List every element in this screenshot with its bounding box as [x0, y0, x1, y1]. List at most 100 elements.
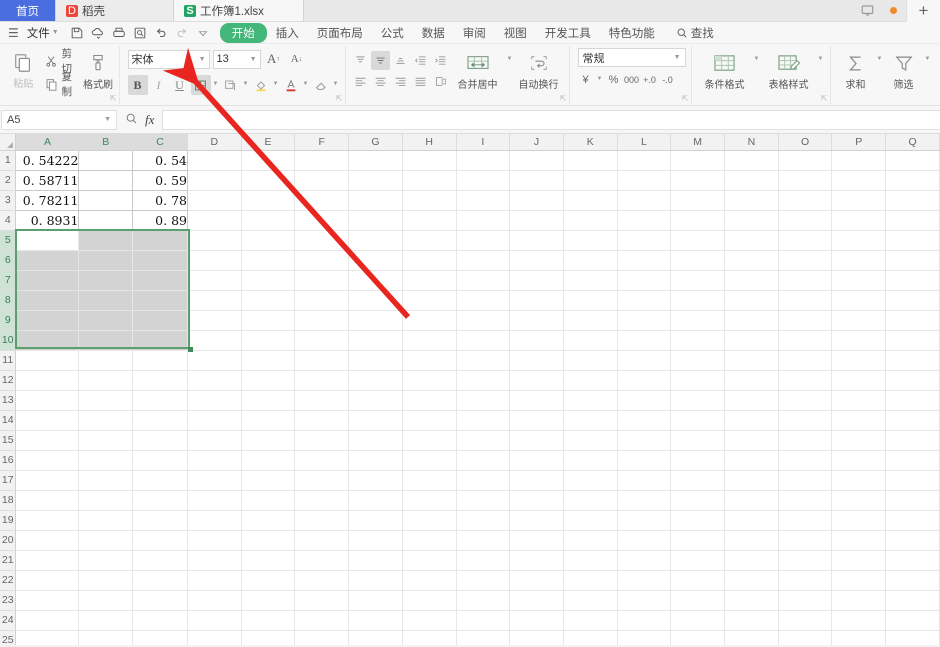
cell-N4[interactable] [724, 210, 779, 231]
column-header-p[interactable]: P [831, 134, 887, 151]
column-header-a[interactable]: A [15, 134, 80, 151]
cell-C23[interactable] [132, 590, 188, 611]
cell-E7[interactable] [241, 270, 296, 291]
cell-G11[interactable] [348, 350, 403, 371]
cell-I25[interactable] [456, 630, 511, 645]
cell-K5[interactable] [563, 230, 618, 251]
cell-M4[interactable] [670, 210, 726, 231]
align-right-button[interactable] [391, 72, 410, 91]
cell-M22[interactable] [670, 570, 726, 591]
cell-P6[interactable] [831, 250, 887, 271]
cell-G2[interactable] [348, 170, 403, 191]
cell-N6[interactable] [724, 250, 779, 271]
cell-L21[interactable] [617, 550, 672, 571]
cell-N25[interactable] [724, 630, 779, 645]
cell-K2[interactable] [563, 170, 618, 191]
font-dialog-launcher[interactable]: ⇱ [336, 94, 343, 103]
cell-J1[interactable] [509, 150, 564, 171]
cell-L2[interactable] [617, 170, 672, 191]
cell-O5[interactable] [778, 230, 833, 251]
tab-docer[interactable]: D 稻壳 [56, 0, 174, 21]
cell-G18[interactable] [348, 490, 403, 511]
cell-C6[interactable] [132, 250, 188, 271]
cell-Q11[interactable] [885, 350, 940, 371]
cell-N21[interactable] [724, 550, 779, 571]
cell-Q8[interactable] [885, 290, 940, 311]
row-header-12[interactable]: 12 [0, 370, 17, 391]
cell-J3[interactable] [509, 190, 564, 211]
clear-format-button[interactable] [311, 75, 331, 95]
cell-N1[interactable] [724, 150, 779, 171]
cell-K1[interactable] [563, 150, 618, 171]
select-all-button[interactable] [0, 134, 17, 151]
cell-L3[interactable] [617, 190, 672, 211]
currency-button[interactable]: ¥ [578, 71, 594, 89]
cell-B21[interactable] [78, 550, 134, 571]
cell-N13[interactable] [724, 390, 779, 411]
cell-P24[interactable] [831, 610, 887, 631]
column-header-c[interactable]: C [132, 134, 188, 151]
cell-Q13[interactable] [885, 390, 940, 411]
cell-I15[interactable] [456, 430, 511, 451]
cell-D10[interactable] [187, 330, 242, 351]
cell-M17[interactable] [670, 470, 726, 491]
cell-E5[interactable] [241, 230, 296, 251]
cell-Q6[interactable] [885, 250, 940, 271]
font-family-combobox[interactable]: 宋体 ▼ [127, 49, 210, 69]
cell-B5[interactable] [78, 230, 134, 251]
cell-P22[interactable] [831, 570, 887, 591]
cell-L11[interactable] [617, 350, 672, 371]
cell-K7[interactable] [563, 270, 618, 291]
cell-P9[interactable] [831, 310, 887, 331]
row-header-9[interactable]: 9 [0, 310, 17, 331]
currency-dropdown-arrow[interactable]: ▼ [596, 76, 604, 84]
print-icon[interactable] [109, 23, 130, 42]
cell-M3[interactable] [670, 190, 726, 211]
cell-B3[interactable] [78, 190, 134, 211]
cell-A2[interactable]: 0. 58711 [15, 170, 80, 191]
cell-L12[interactable] [617, 370, 672, 391]
column-header-e[interactable]: E [241, 134, 296, 151]
cell-I9[interactable] [456, 310, 511, 331]
cell-I3[interactable] [456, 190, 511, 211]
cell-K23[interactable] [563, 590, 618, 611]
column-header-k[interactable]: K [563, 134, 618, 151]
cell-I8[interactable] [456, 290, 511, 311]
cell-C16[interactable] [132, 450, 188, 471]
borders-button[interactable] [190, 75, 211, 95]
insert-function-button[interactable]: fx [145, 112, 154, 128]
cell-H22[interactable] [402, 570, 457, 591]
cell-C11[interactable] [132, 350, 188, 371]
cell-K10[interactable] [563, 330, 618, 351]
cell-I2[interactable] [456, 170, 511, 191]
cell-A13[interactable] [15, 390, 80, 411]
cell-Q14[interactable] [885, 410, 940, 431]
cell-G4[interactable] [348, 210, 403, 231]
cell-I10[interactable] [456, 330, 511, 351]
cell-B23[interactable] [78, 590, 134, 611]
cell-B25[interactable] [78, 630, 134, 645]
cell-E12[interactable] [241, 370, 296, 391]
cell-L24[interactable] [617, 610, 672, 631]
cell-E3[interactable] [241, 190, 296, 211]
cell-J25[interactable] [509, 630, 564, 645]
cell-H7[interactable] [402, 270, 457, 291]
ribbon-tab-insert[interactable]: 插入 [267, 23, 308, 43]
cell-H6[interactable] [402, 250, 457, 271]
cell-L4[interactable] [617, 210, 672, 231]
cell-M6[interactable] [670, 250, 726, 271]
cell-O25[interactable] [778, 630, 833, 645]
ribbon-tab-devtools[interactable]: 开发工具 [536, 23, 600, 43]
cell-O15[interactable] [778, 430, 833, 451]
cell-H24[interactable] [402, 610, 457, 631]
column-header-m[interactable]: M [670, 134, 726, 151]
row-header-17[interactable]: 17 [0, 470, 17, 491]
row-header-19[interactable]: 19 [0, 510, 17, 531]
cell-I16[interactable] [456, 450, 511, 471]
cell-D5[interactable] [187, 230, 242, 251]
row-header-3[interactable]: 3 [0, 190, 17, 211]
underline-button[interactable]: U [170, 75, 190, 95]
cell-C1[interactable]: 0. 54 [132, 150, 188, 171]
cell-P20[interactable] [831, 530, 887, 551]
cell-K18[interactable] [563, 490, 618, 511]
